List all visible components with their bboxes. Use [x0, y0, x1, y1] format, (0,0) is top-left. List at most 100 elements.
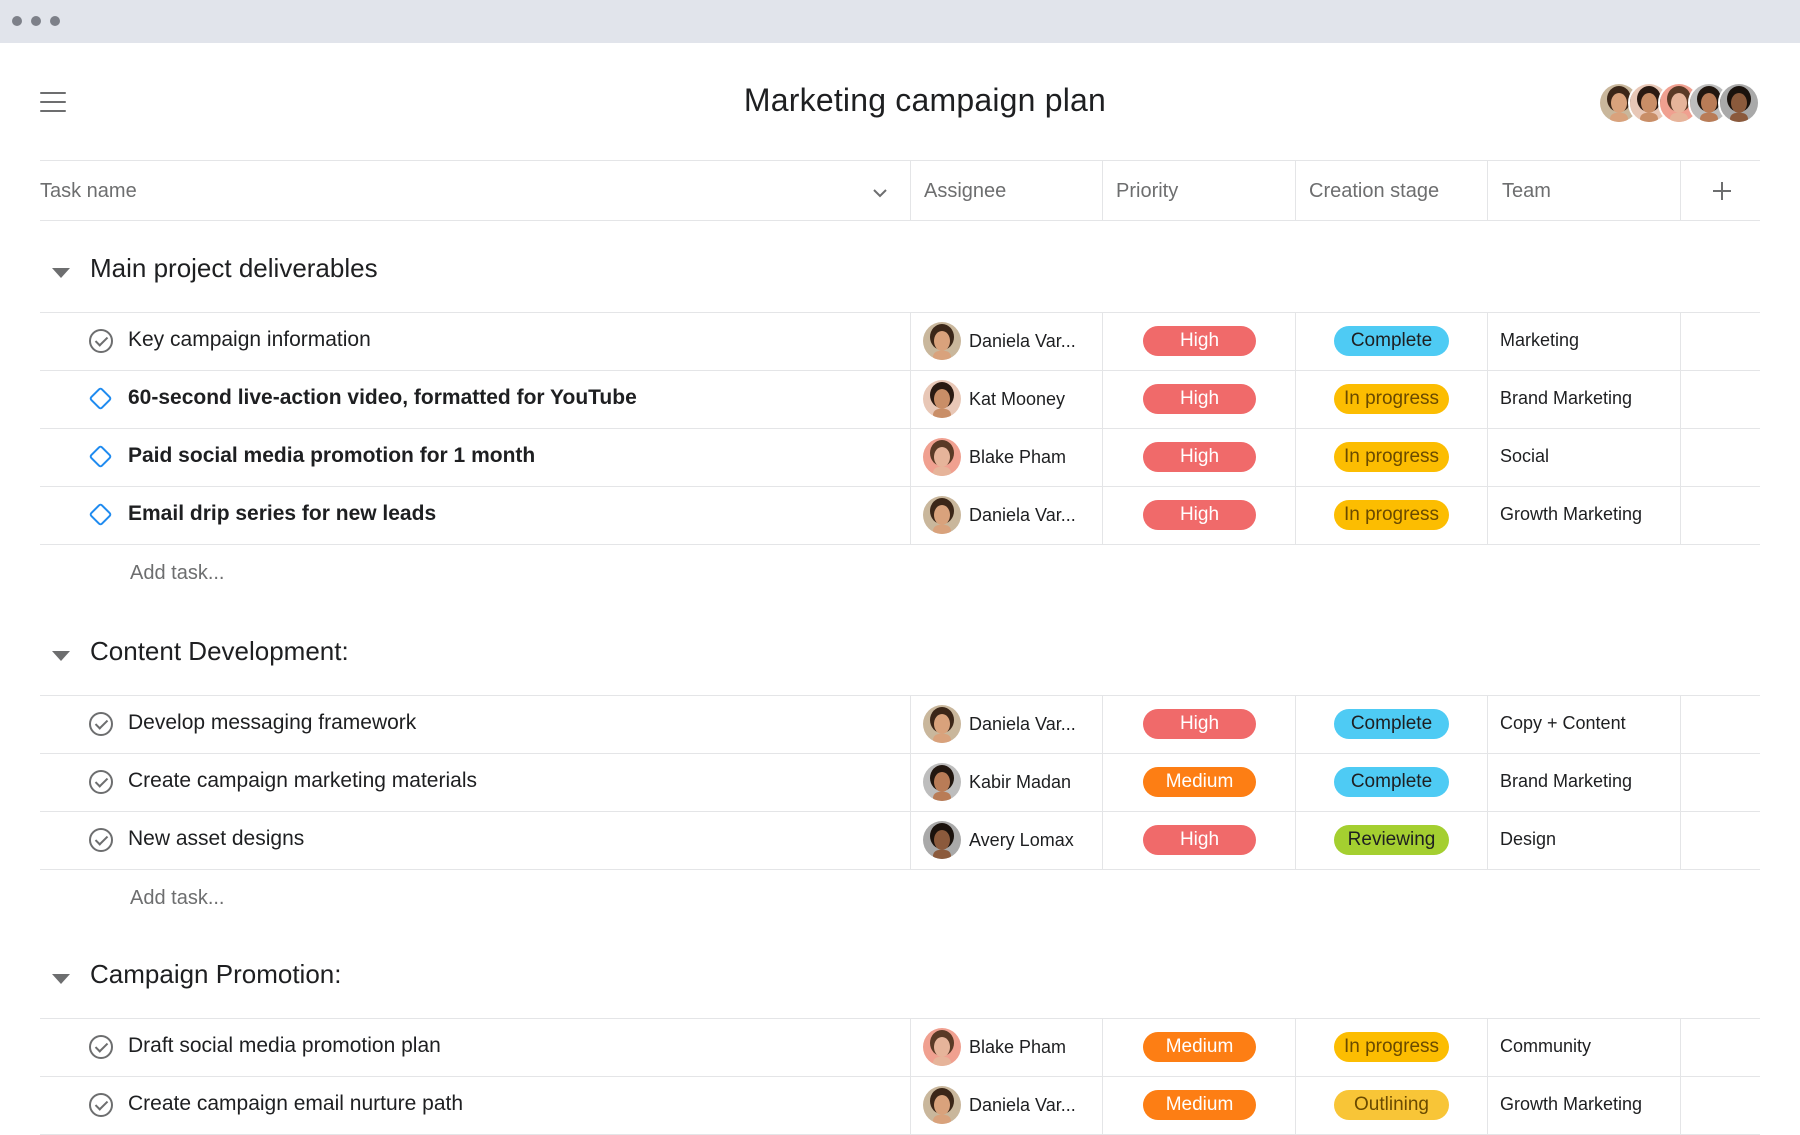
member-avatar[interactable] [1718, 82, 1760, 124]
avatar [923, 496, 961, 534]
assignee-cell[interactable]: Avery Lomax [923, 821, 1093, 861]
chevron-down-icon[interactable] [871, 184, 889, 202]
creation-stage-badge[interactable]: In progress [1334, 1032, 1449, 1062]
column-header-assignee[interactable]: Assignee [924, 180, 1006, 203]
window-close-dot[interactable] [12, 16, 22, 26]
task-name[interactable]: Draft social media promotion plan [128, 1034, 441, 1058]
column-divider [1487, 370, 1488, 428]
priority-badge[interactable]: High [1143, 709, 1256, 739]
priority-badge[interactable]: High [1143, 825, 1256, 855]
creation-stage-badge[interactable]: In progress [1334, 442, 1449, 472]
task-name[interactable]: 60-second live-action video, formatted f… [128, 386, 637, 410]
column-divider [1680, 695, 1681, 753]
column-divider [1487, 428, 1488, 486]
task-name[interactable]: Paid social media promotion for 1 month [128, 444, 535, 468]
priority-badge[interactable]: Medium [1143, 1032, 1256, 1062]
avatar [923, 821, 961, 859]
priority-badge[interactable]: High [1143, 442, 1256, 472]
creation-stage-badge[interactable]: Complete [1334, 709, 1449, 739]
column-divider [1680, 370, 1681, 428]
column-divider [1295, 811, 1296, 869]
window-maximize-dot[interactable] [50, 16, 60, 26]
team-label: Community [1500, 1036, 1592, 1056]
column-divider [910, 486, 911, 544]
task-name[interactable]: Create campaign marketing materials [128, 769, 477, 793]
project-members[interactable] [1598, 82, 1778, 124]
check-circle-icon[interactable] [89, 1035, 113, 1059]
collapse-toggle-icon[interactable] [52, 651, 70, 661]
column-divider [1295, 370, 1296, 428]
column-header-creation-stage[interactable]: Creation stage [1309, 180, 1439, 203]
assignee-cell[interactable]: Kabir Madan [923, 763, 1093, 803]
add-task-button[interactable]: Add task... [130, 562, 225, 585]
column-header-priority[interactable]: Priority [1116, 180, 1178, 203]
assignee-name: Daniela Var... [969, 505, 1076, 525]
priority-badge[interactable]: High [1143, 326, 1256, 356]
task-name[interactable]: New asset designs [128, 827, 304, 851]
team-label: Copy + Content [1500, 713, 1626, 733]
section-title[interactable]: Main project deliverables [90, 253, 378, 284]
column-divider [1680, 1076, 1681, 1134]
collapse-toggle-icon[interactable] [52, 974, 70, 984]
assignee-name: Blake Pham [969, 447, 1067, 467]
row-divider [40, 312, 1760, 313]
creation-stage-badge[interactable]: In progress [1334, 500, 1449, 530]
add-column-icon[interactable] [1710, 179, 1734, 203]
add-task-button[interactable]: Add task... [130, 887, 225, 910]
column-divider [1487, 811, 1488, 869]
check-circle-icon[interactable] [89, 828, 113, 852]
column-divider [1680, 312, 1681, 370]
team-label: Brand Marketing [1500, 388, 1633, 408]
column-divider [1680, 428, 1681, 486]
task-name[interactable]: Email drip series for new leads [128, 502, 436, 526]
window-minimize-dot[interactable] [31, 16, 41, 26]
priority-badge[interactable]: High [1143, 500, 1256, 530]
avatar [923, 1028, 961, 1066]
creation-stage-badge[interactable]: Complete [1334, 326, 1449, 356]
column-divider [910, 753, 911, 811]
window-titlebar [0, 0, 1800, 43]
column-divider [910, 695, 911, 753]
creation-stage-badge[interactable]: In progress [1334, 384, 1449, 414]
collapse-toggle-icon[interactable] [52, 268, 70, 278]
assignee-cell[interactable]: Daniela Var... [923, 1086, 1093, 1126]
creation-stage-badge[interactable]: Reviewing [1334, 825, 1449, 855]
priority-badge[interactable]: Medium [1143, 767, 1256, 797]
assignee-cell[interactable]: Kat Mooney [923, 380, 1093, 420]
column-divider [1487, 312, 1488, 370]
avatar [923, 322, 961, 360]
priority-badge[interactable]: High [1143, 384, 1256, 414]
creation-stage-badge[interactable]: Outlining [1334, 1090, 1449, 1120]
column-divider [1487, 753, 1488, 811]
column-divider [1295, 1018, 1296, 1076]
column-divider [1680, 1018, 1681, 1076]
column-divider [1102, 428, 1103, 486]
column-header-task-name[interactable]: Task name [40, 180, 137, 203]
assignee-cell[interactable]: Daniela Var... [923, 322, 1093, 362]
task-name[interactable]: Create campaign email nurture path [128, 1092, 463, 1116]
column-divider [1487, 1076, 1488, 1134]
check-circle-icon[interactable] [89, 712, 113, 736]
assignee-cell[interactable]: Blake Pham [923, 438, 1093, 478]
check-circle-icon[interactable] [89, 329, 113, 353]
assignee-cell[interactable]: Daniela Var... [923, 705, 1093, 745]
column-divider [1295, 695, 1296, 753]
column-divider [1102, 160, 1103, 220]
column-header-team[interactable]: Team [1502, 180, 1551, 203]
column-divider [910, 160, 911, 220]
check-circle-icon[interactable] [89, 1093, 113, 1117]
section-title[interactable]: Content Development: [90, 636, 349, 667]
creation-stage-badge[interactable]: Complete [1334, 767, 1449, 797]
check-circle-icon[interactable] [89, 770, 113, 794]
column-divider [1102, 1076, 1103, 1134]
assignee-cell[interactable]: Daniela Var... [923, 496, 1093, 536]
priority-badge[interactable]: Medium [1143, 1090, 1256, 1120]
column-divider [910, 428, 911, 486]
task-name[interactable]: Key campaign information [128, 328, 371, 352]
task-name[interactable]: Develop messaging framework [128, 711, 416, 735]
assignee-cell[interactable]: Blake Pham [923, 1028, 1093, 1068]
column-divider [910, 370, 911, 428]
section-title[interactable]: Campaign Promotion: [90, 959, 341, 990]
team-label: Brand Marketing [1500, 771, 1633, 791]
row-divider [40, 1076, 1760, 1077]
